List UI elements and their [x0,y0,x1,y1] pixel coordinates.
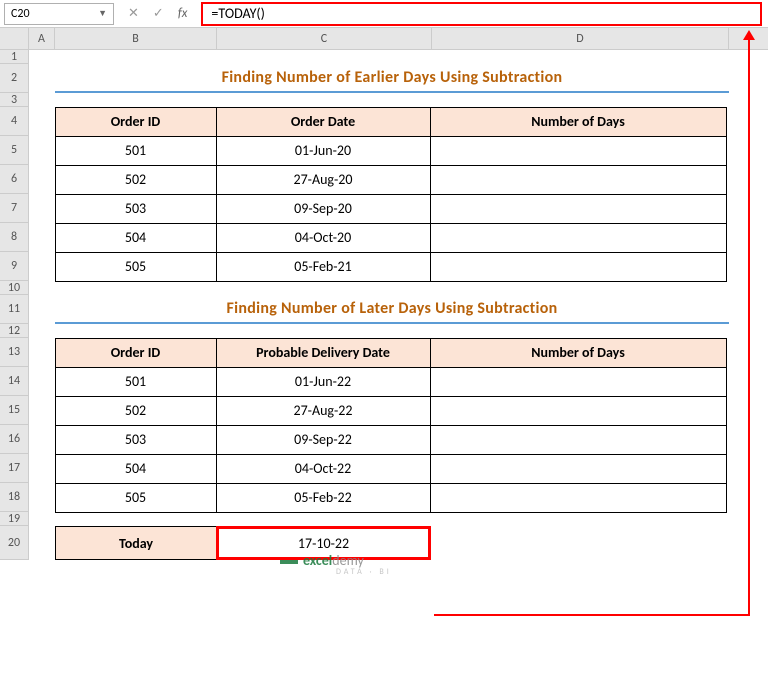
row-header[interactable]: 16 [0,425,29,454]
name-box-value: C20 [11,7,30,21]
cell[interactable]: 501 [55,367,217,397]
row-header[interactable]: 17 [0,454,29,483]
today-label[interactable]: Today [55,526,217,560]
header-order-id[interactable]: Order ID [55,338,217,368]
table-row: 501 01-Jun-22 [55,367,729,396]
cell[interactable]: 01-Jun-22 [216,367,431,397]
row-header[interactable]: 3 [0,93,29,107]
row-header[interactable]: 20 [0,526,29,560]
header-number-days[interactable]: Number of Days [430,338,727,368]
table-row: Order ID Probable Delivery Date Number o… [55,338,729,367]
row-header[interactable]: 15 [0,396,29,425]
row-header[interactable]: 2 [0,64,29,93]
cell[interactable] [430,252,727,282]
annotation-arrow-horizontal [434,614,750,616]
row-header[interactable]: 18 [0,483,29,512]
cell[interactable]: 501 [55,136,217,166]
row-header[interactable]: 10 [0,281,29,295]
enter-icon[interactable]: ✓ [153,6,164,21]
watermark-sub: DATA · BI [336,567,392,577]
cell[interactable] [430,194,727,224]
row-header[interactable]: 19 [0,512,29,526]
cell[interactable] [430,483,727,513]
formula-input-value: =TODAY() [211,5,264,22]
header-delivery-date[interactable]: Probable Delivery Date [216,338,431,368]
table-row: 505 05-Feb-21 [55,252,729,281]
header-number-days[interactable]: Number of Days [430,107,727,137]
row-header[interactable]: 14 [0,367,29,396]
cell[interactable] [430,425,727,455]
col-header-d[interactable]: D [432,28,729,49]
title-later-days: Finding Number of Later Days Using Subtr… [55,295,729,324]
cell[interactable]: 505 [55,252,217,282]
cell[interactable]: 01-Jun-20 [216,136,431,166]
cell[interactable]: 04-Oct-20 [216,223,431,253]
annotation-arrow-head-icon [743,30,755,40]
cell[interactable]: 27-Aug-20 [216,165,431,195]
col-header-c[interactable]: C [217,28,432,49]
table-row: 502 27-Aug-22 [55,396,729,425]
cell[interactable]: 27-Aug-22 [216,396,431,426]
table-row: 501 01-Jun-20 [55,136,729,165]
cell[interactable]: 503 [55,425,217,455]
cell[interactable] [430,396,727,426]
annotation-arrow-vertical [748,36,750,616]
formula-bar: C20 ▼ ✕ ✓ fx =TODAY() [0,0,768,28]
cell[interactable] [430,454,727,484]
today-row: Today 17-10-22 [55,526,729,560]
cell[interactable]: 504 [55,454,217,484]
row-header[interactable]: 4 [0,107,29,136]
watermark-bar-icon [280,560,298,564]
row-header[interactable]: 9 [0,252,29,281]
cell[interactable]: 05-Feb-21 [216,252,431,282]
formula-input[interactable]: =TODAY() [201,2,762,26]
row-header[interactable]: 1 [0,50,29,64]
col-header-a[interactable]: A [29,28,55,49]
header-order-date[interactable]: Order Date [216,107,431,137]
table-later-days: Order ID Probable Delivery Date Number o… [55,338,729,512]
row-header[interactable]: 11 [0,295,29,324]
row-header[interactable]: 7 [0,194,29,223]
row-header[interactable]: 5 [0,136,29,165]
table-row: 502 27-Aug-20 [55,165,729,194]
table-row: 503 09-Sep-22 [55,425,729,454]
col-header-b[interactable]: B [55,28,217,49]
cell[interactable]: 502 [55,396,217,426]
table-row: Order ID Order Date Number of Days [55,107,729,136]
table-row: 505 05-Feb-22 [55,483,729,512]
cell[interactable]: 503 [55,194,217,224]
cell[interactable] [430,223,727,253]
cells-area[interactable]: Finding Number of Earlier Days Using Sub… [29,50,768,560]
column-headers: A B C D [0,28,768,50]
cell[interactable]: 504 [55,223,217,253]
row-header[interactable]: 13 [0,338,29,367]
cell[interactable]: 05-Feb-22 [216,483,431,513]
table-earlier-days: Order ID Order Date Number of Days 501 0… [55,107,729,281]
today-value-cell[interactable]: 17-10-22 [216,526,431,560]
cancel-icon[interactable]: ✕ [128,6,139,21]
row-header[interactable]: 8 [0,223,29,252]
cell[interactable]: 09-Sep-20 [216,194,431,224]
table-row: 504 04-Oct-20 [55,223,729,252]
fx-icon[interactable]: fx [178,6,188,21]
cell[interactable] [430,136,727,166]
cell[interactable]: 04-Oct-22 [216,454,431,484]
cell[interactable]: 505 [55,483,217,513]
dropdown-icon[interactable]: ▼ [98,8,107,19]
row-header[interactable]: 12 [0,324,29,338]
cell[interactable]: 09-Sep-22 [216,425,431,455]
cell[interactable]: 502 [55,165,217,195]
cell[interactable] [430,165,727,195]
cell[interactable] [430,367,727,397]
header-order-id[interactable]: Order ID [55,107,217,137]
select-all-corner[interactable] [0,28,29,49]
title-earlier-days: Finding Number of Earlier Days Using Sub… [55,64,729,93]
name-box[interactable]: C20 ▼ [4,3,114,25]
table-row: 504 04-Oct-22 [55,454,729,483]
table-row: 503 09-Sep-20 [55,194,729,223]
row-header[interactable]: 6 [0,165,29,194]
formula-bar-icons: ✕ ✓ fx [128,6,187,21]
grid: 1 2 3 4 5 6 7 8 9 10 11 12 13 14 15 16 1… [0,50,768,560]
row-headers: 1 2 3 4 5 6 7 8 9 10 11 12 13 14 15 16 1… [0,50,29,560]
